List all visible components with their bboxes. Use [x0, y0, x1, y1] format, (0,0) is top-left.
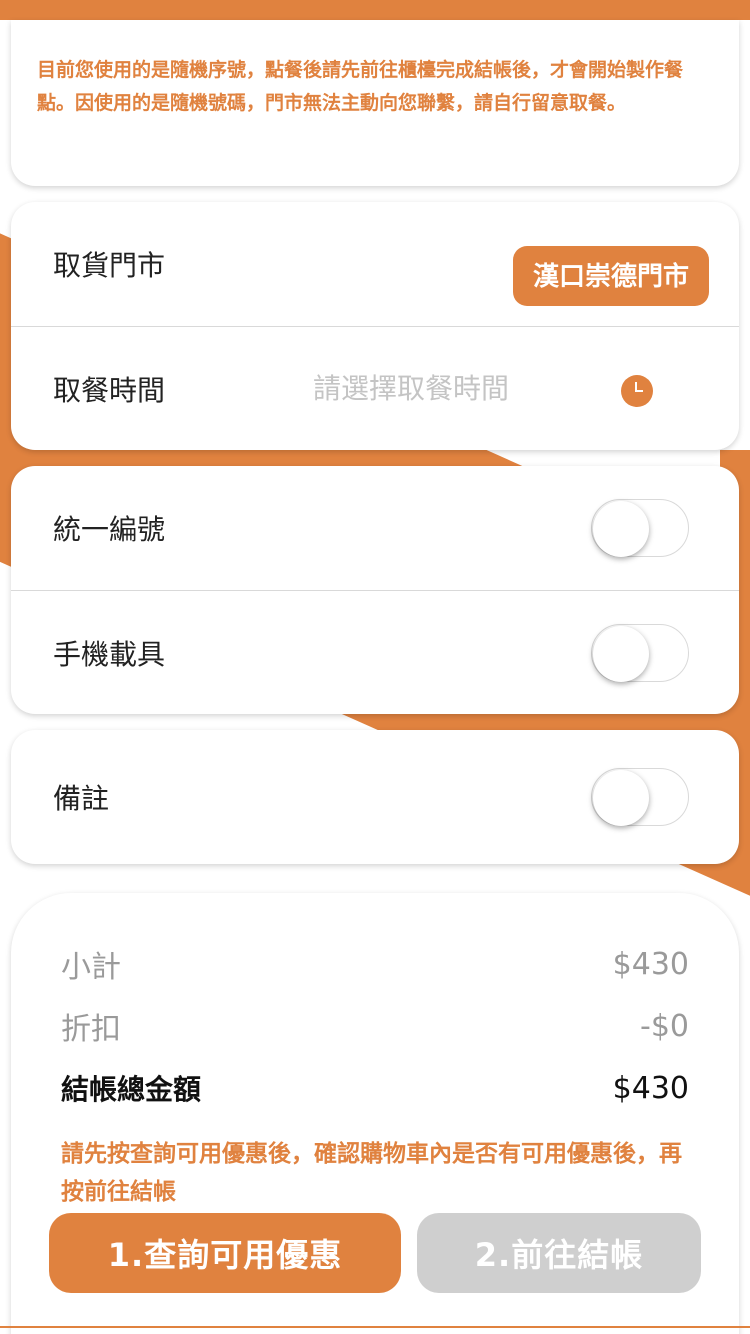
pickup-info-card: 取貨門市 漢口崇德門市 取餐時間 請選擇取餐時間 [11, 202, 739, 450]
query-coupons-button[interactable]: 1.查詢可用優惠 [49, 1213, 401, 1293]
pickup-store-row: 取貨門市 漢口崇德門市 [11, 202, 739, 326]
invoice-options-card: 統一編號 手機載具 [11, 466, 739, 714]
tax-id-label: 統一編號 [53, 513, 166, 546]
mobile-carrier-toggle[interactable] [591, 624, 689, 682]
note-row: 備註 [11, 730, 739, 864]
discount-row: 折扣 -$0 [61, 995, 689, 1057]
tax-id-row: 統一編號 [11, 466, 739, 590]
order-summary-panel: 小計 $430 折扣 -$0 結帳總金額 $430 請先按查詢可用優惠後，確認購… [11, 893, 739, 1334]
mobile-carrier-label: 手機載具 [53, 637, 166, 671]
header-accent-bar [0, 0, 750, 20]
pickup-time-row[interactable]: 取餐時間 請選擇取餐時間 [11, 326, 739, 450]
toggle-knob [593, 626, 649, 682]
coupon-warning-text: 請先按查詢可用優惠後，確認購物車內是否有可用優惠後，再按前往結帳 [61, 1141, 682, 1205]
total-label: 結帳總金額 [61, 1073, 202, 1106]
pickup-store-button[interactable]: 漢口崇德門市 [512, 246, 709, 306]
pickup-time-label: 取餐時間 [53, 373, 166, 407]
subtotal-value: $430 [612, 946, 689, 982]
note-toggle[interactable] [591, 768, 689, 826]
toggle-knob [593, 770, 649, 826]
clock-icon[interactable] [621, 375, 653, 407]
action-buttons: 1.查詢可用優惠 2.前往結帳 [49, 1213, 701, 1293]
discount-value: -$0 [640, 1008, 689, 1044]
mobile-carrier-row: 手機載具 [11, 590, 739, 714]
pickup-time-placeholder[interactable]: 請選擇取餐時間 [313, 327, 509, 450]
discount-label: 折扣 [61, 1012, 121, 1047]
checkout-button[interactable]: 2.前往結帳 [417, 1213, 701, 1293]
toggle-knob [593, 501, 649, 557]
total-row: 結帳總金額 $430 [61, 1057, 689, 1119]
notice-text: 目前您使用的是隨機序號，點餐後請先前往櫃檯完成結帳後，才會開始製作餐點。因使用的… [37, 59, 684, 114]
subtotal-row: 小計 $430 [61, 933, 689, 995]
total-value: $430 [612, 1070, 689, 1106]
pickup-store-label: 取貨門市 [53, 249, 166, 282]
note-label: 備註 [53, 782, 110, 815]
note-card: 備註 [11, 730, 739, 864]
subtotal-label: 小計 [61, 950, 121, 985]
random-number-notice-card: 目前您使用的是隨機序號，點餐後請先前往櫃檯完成結帳後，才會開始製作餐點。因使用的… [11, 20, 739, 186]
tax-id-toggle[interactable] [591, 499, 689, 557]
bottom-divider [0, 1326, 750, 1328]
